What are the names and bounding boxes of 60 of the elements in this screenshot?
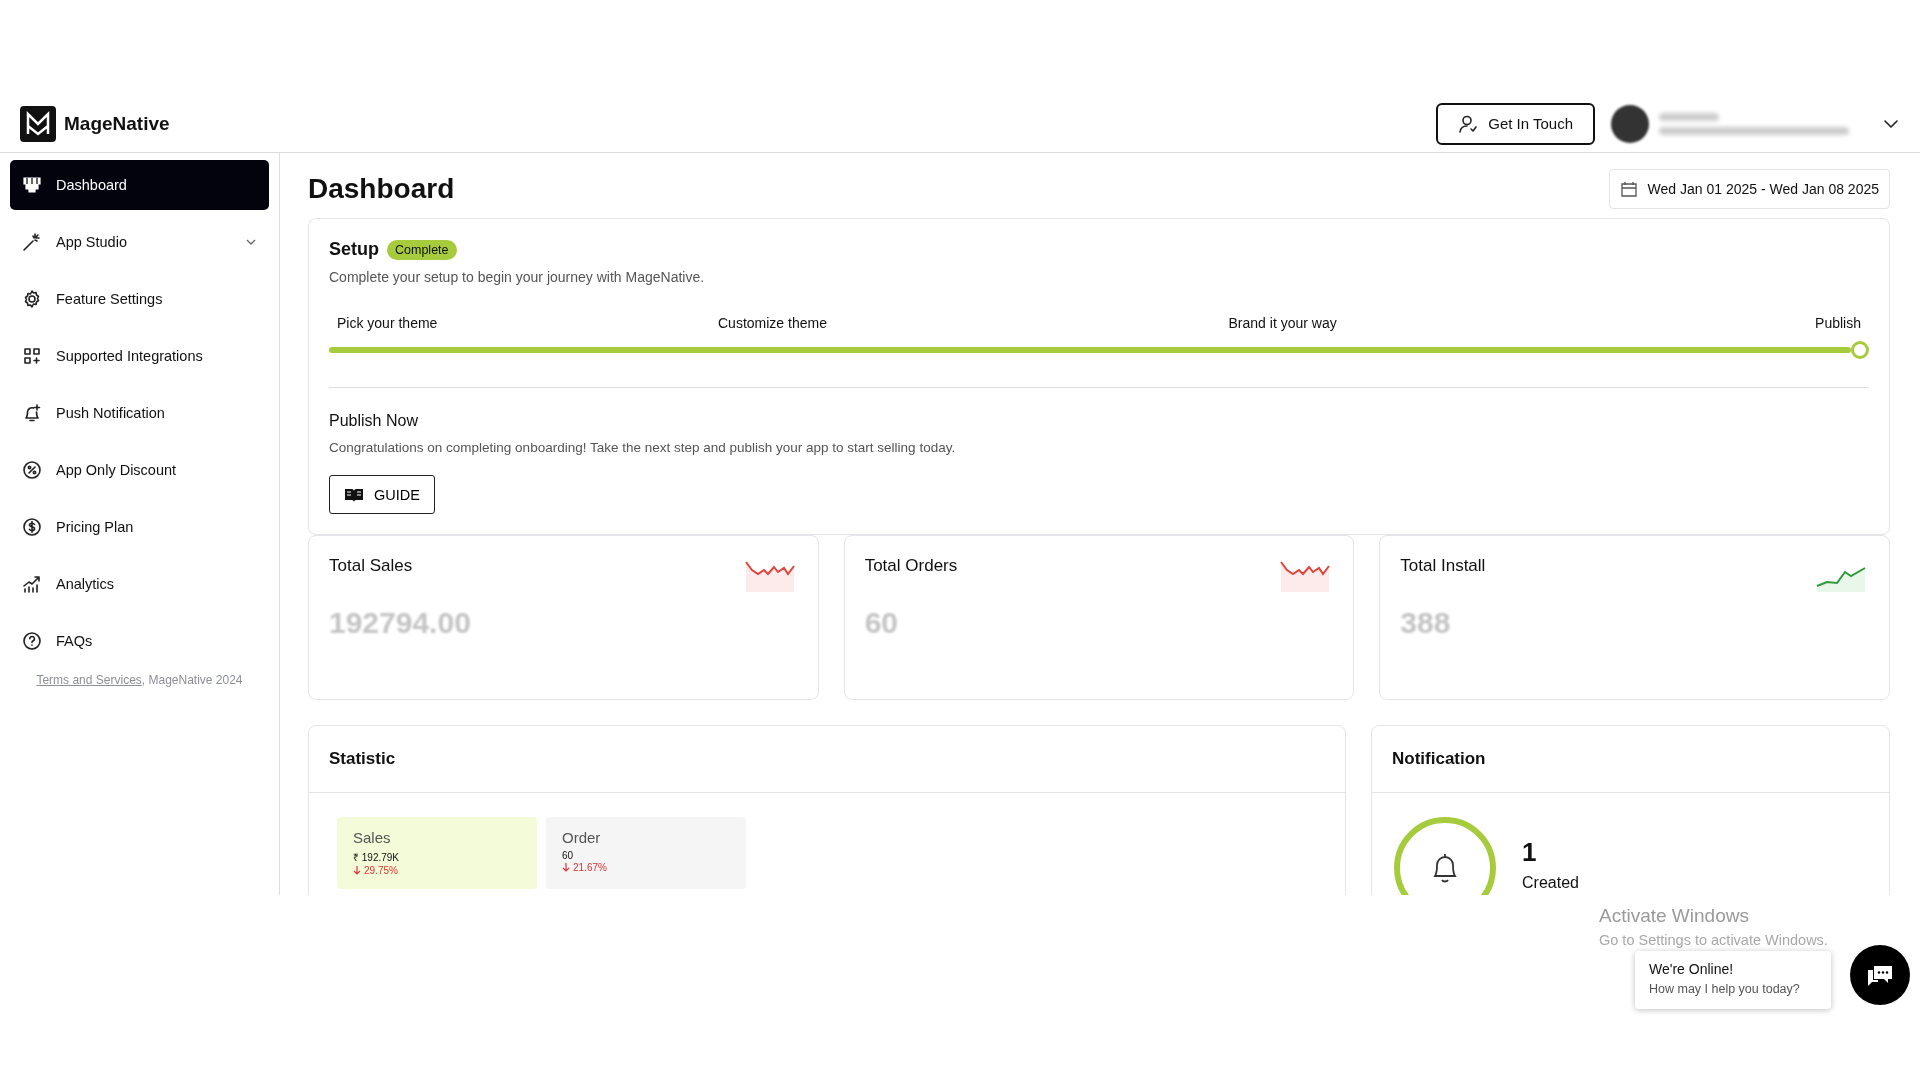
storefront-icon — [22, 175, 42, 195]
sidebar-item[interactable]: FAQs — [10, 616, 269, 666]
chat-subtitle: How may I help you today? — [1649, 982, 1801, 996]
next-step-title: Publish Now — [329, 412, 419, 430]
sidebar-item[interactable]: Push Notification — [10, 388, 269, 438]
metric-tab[interactable]: Sales ₹ 192.79K 29.75% — [337, 817, 537, 889]
dollar-icon — [22, 517, 42, 537]
chat-title: We're Online! — [1649, 961, 1735, 977]
chat-button[interactable] — [1850, 945, 1910, 1005]
footer-text: Terms and Services, MageNative 2024 — [35, 673, 244, 687]
step-label: Publish — [1815, 315, 1861, 331]
change-text: 21.67% — [573, 862, 607, 873]
step-label: Pick your theme — [337, 315, 439, 331]
sidebar-item[interactable]: Dashboard — [10, 160, 269, 210]
arrow-down-icon — [562, 863, 570, 872]
setup-description: Complete your setup to begin your journey with MageNative. — [329, 269, 706, 285]
stat-title: Total Orders — [864, 556, 958, 576]
book-icon — [344, 486, 364, 503]
chat-bubble[interactable]: We're Online! How may I help you today? — [1635, 951, 1831, 1009]
status-badge: Complete — [387, 239, 457, 260]
notification-count: 1 — [1522, 837, 1538, 868]
logo-icon — [20, 105, 56, 142]
stat-title: Total Install — [1400, 556, 1486, 576]
metric-tab[interactable]: Order 60 21.67% — [546, 817, 746, 889]
gear-icon — [22, 289, 42, 309]
card-title: Statistic — [329, 749, 396, 769]
step-label: Brand it your way — [1228, 315, 1338, 331]
stat-title: Total Sales — [329, 556, 413, 576]
sidebar-item[interactable]: Analytics — [10, 559, 269, 609]
sidebar-item[interactable]: Pricing Plan — [10, 502, 269, 552]
stat-value: 60 — [864, 606, 900, 640]
activation-notice-text: Go to Settings to activate Windows. — [1599, 932, 1828, 948]
activation-notice-title: Activate Windows — [1599, 905, 1749, 927]
step-label: Customize theme — [718, 315, 828, 331]
change-text: 29.75% — [364, 865, 398, 876]
sidebar-item[interactable]: App Only Discount — [10, 445, 269, 495]
bell-plus-icon — [22, 403, 42, 423]
arrow-down-icon — [353, 866, 361, 875]
next-step-text: Congratulations on completing onboarding! Take the next step and publish your app to start selling today. — [329, 440, 957, 455]
chart-growth-icon — [22, 574, 42, 594]
get-in-touch-button[interactable]: Get In Touch — [1436, 102, 1595, 145]
guide-button[interactable]: GUIDE — [329, 475, 435, 514]
stat-value: 192794.00 — [329, 606, 472, 640]
magic-wand-icon — [22, 232, 42, 252]
sidebar-item[interactable]: Feature Settings — [10, 274, 269, 324]
page-title: Dashboard — [308, 173, 455, 205]
date-range-picker[interactable]: Wed Jan 01 2025 - Wed Jan 08 2025 — [1608, 169, 1890, 209]
sidebar-item[interactable]: App Studio — [10, 217, 269, 267]
stat-value: 388 — [1400, 606, 1452, 640]
avatar[interactable] — [1611, 104, 1649, 143]
setup-title: Setup — [329, 239, 379, 260]
help-icon — [22, 631, 42, 651]
notification-label: Created — [1522, 874, 1579, 892]
percent-icon — [22, 460, 42, 480]
brand-name: MageNative — [64, 112, 170, 135]
sidebar-item[interactable]: Supported Integrations — [10, 331, 269, 381]
calendar-icon — [1619, 180, 1638, 198]
card-title: Notification — [1392, 749, 1486, 769]
grid-plus-icon — [22, 346, 42, 366]
user-icon — [1458, 113, 1479, 134]
